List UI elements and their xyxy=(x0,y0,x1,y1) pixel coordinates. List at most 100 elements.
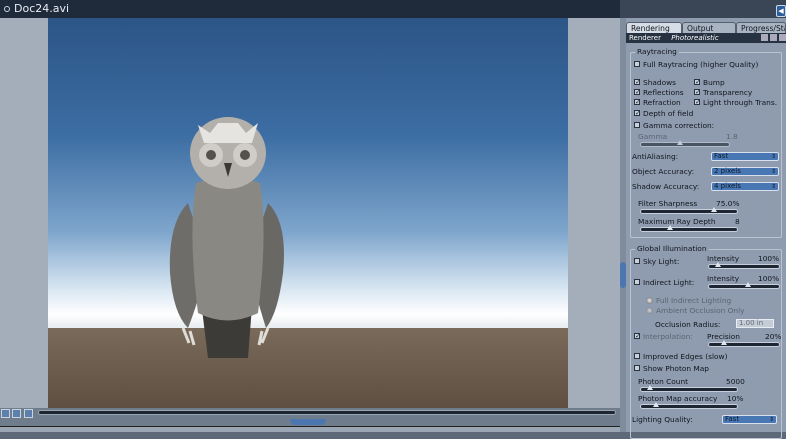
gamma-value: 1.8 xyxy=(726,132,738,141)
interpolation-checkbox[interactable]: ✓ xyxy=(634,333,641,340)
gamma-slider[interactable] xyxy=(640,140,730,147)
gamma-correction-label: Gamma correction: xyxy=(643,121,715,130)
object-accuracy-label: Object Accuracy: xyxy=(632,167,695,176)
improved-edges-label: Improved Edges (slow) xyxy=(643,352,728,361)
slider-thumb[interactable] xyxy=(647,385,653,390)
filter-sharpness-slider[interactable] xyxy=(640,207,738,214)
max-ray-depth-slider[interactable] xyxy=(640,225,738,232)
depth-of-field-checkbox[interactable]: ✓ xyxy=(634,110,641,117)
interpolation-label: Interpolation: xyxy=(643,332,693,341)
reflections-label: Reflections xyxy=(643,88,684,97)
ambient-occlusion-label: Ambient Occlusion Only xyxy=(656,306,745,315)
shadow-accuracy-value: 4 pixels xyxy=(714,182,741,190)
slider-thumb[interactable] xyxy=(677,140,683,145)
photon-count-value: 5000 xyxy=(726,377,745,386)
slider-thumb[interactable] xyxy=(711,207,717,212)
indirect-light-checkbox[interactable] xyxy=(634,279,640,285)
slider-thumb[interactable] xyxy=(653,402,659,407)
photon-count-slider[interactable] xyxy=(640,385,738,392)
indirect-intensity-label: Intensity xyxy=(707,274,740,283)
panel-top-strip xyxy=(620,0,786,18)
playback-bar xyxy=(0,408,620,432)
sky-intensity-slider[interactable] xyxy=(708,262,780,269)
play-button[interactable] xyxy=(1,409,10,418)
gamma-correction-checkbox[interactable] xyxy=(634,122,640,128)
refraction-checkbox[interactable]: ✓ xyxy=(634,99,641,106)
renderer-header[interactable]: Renderer Photorealistic xyxy=(626,33,786,43)
occlusion-radius-input[interactable]: 1.00 in xyxy=(736,319,774,328)
full-raytracing-checkbox[interactable] xyxy=(634,61,640,67)
max-ray-depth-label: Maximum Ray Depth xyxy=(638,217,716,226)
light-through-trans-label: Light through Trans. xyxy=(703,98,778,107)
global-illumination-title: Global Illumination xyxy=(635,244,709,253)
rendered-image xyxy=(48,18,568,408)
render-settings-panel: Rendering Output Progress/Statis Rendere… xyxy=(626,18,786,439)
lighting-quality-label: Lighting Quality: xyxy=(632,415,693,424)
ambient-occlusion-radio[interactable] xyxy=(646,307,653,314)
bump-checkbox[interactable]: ✓ xyxy=(694,79,701,86)
renderer-value: Photorealistic xyxy=(671,34,719,42)
shadow-accuracy-select[interactable]: 4 pixels ⇕ xyxy=(711,182,779,191)
renderer-label: Renderer xyxy=(629,34,661,42)
photon-map-accuracy-label: Photon Map accuracy xyxy=(638,394,718,403)
timeline-slider[interactable] xyxy=(38,410,616,415)
antialiasing-value: Fast xyxy=(714,152,729,160)
precision-slider[interactable] xyxy=(708,340,780,347)
horizontal-scrollbar[interactable] xyxy=(0,426,620,432)
precision-value: 20% xyxy=(765,332,782,341)
photon-map-accuracy-slider[interactable] xyxy=(640,402,738,409)
lighting-quality-select[interactable]: Fast ⇕ xyxy=(722,415,777,424)
save-icon[interactable] xyxy=(770,34,777,41)
gamma-label: Gamma xyxy=(638,132,668,141)
slider-thumb[interactable] xyxy=(715,262,721,267)
full-indirect-label: Full Indirect Lighting xyxy=(656,296,732,305)
light-through-trans-checkbox[interactable]: ✓ xyxy=(694,99,701,106)
depth-of-field-label: Depth of field xyxy=(643,109,694,118)
shadows-label: Shadows xyxy=(643,78,677,87)
shadow-accuracy-label: Shadow Accuracy: xyxy=(632,182,700,191)
ground-plane xyxy=(48,328,568,408)
full-raytracing-label: Full Raytracing (higher Quality) xyxy=(643,60,759,69)
slider-thumb[interactable] xyxy=(667,225,673,230)
owl-figure xyxy=(169,117,284,358)
sky-intensity-label: Intensity xyxy=(707,254,740,263)
document-title: Doc24.avi xyxy=(14,2,70,15)
document-dot-icon xyxy=(4,6,10,12)
slider-thumb[interactable] xyxy=(721,340,727,345)
sky-intensity-value: 100% xyxy=(758,254,780,263)
show-photon-map-checkbox[interactable] xyxy=(634,365,640,371)
object-accuracy-value: 2 pixels xyxy=(714,167,741,175)
shadows-checkbox[interactable]: ✓ xyxy=(634,79,641,86)
preset-icon[interactable] xyxy=(761,34,768,41)
tab-progress[interactable]: Progress/Statis xyxy=(736,22,786,33)
stop-button[interactable] xyxy=(12,409,21,418)
export-button[interactable] xyxy=(24,409,33,418)
pane-resize-grip[interactable] xyxy=(290,419,326,425)
filter-sharpness-value: 75.0% xyxy=(716,199,740,208)
chevron-down-icon: ⇕ xyxy=(770,168,776,175)
improved-edges-checkbox[interactable] xyxy=(634,353,640,359)
max-ray-depth-value: 8 xyxy=(735,217,740,226)
full-indirect-radio[interactable] xyxy=(646,297,653,304)
slider-thumb[interactable] xyxy=(745,282,751,287)
chevron-down-icon: ⇕ xyxy=(770,153,776,160)
document-title-bar: Doc24.avi xyxy=(0,0,620,18)
tab-output[interactable]: Output xyxy=(682,22,736,33)
photon-count-label: Photon Count xyxy=(638,377,689,386)
lighting-quality-value: Fast xyxy=(725,415,740,423)
object-accuracy-select[interactable]: 2 pixels ⇕ xyxy=(711,167,779,176)
options-icon[interactable] xyxy=(779,34,786,41)
render-viewport xyxy=(0,18,620,408)
collapse-panel-button[interactable]: ◀ xyxy=(776,5,786,17)
transparency-checkbox[interactable]: ✓ xyxy=(694,89,701,96)
transparency-label: Transparency xyxy=(703,88,753,97)
filter-sharpness-label: Filter Sharpness xyxy=(638,199,698,208)
indirect-intensity-slider[interactable] xyxy=(708,282,780,289)
tab-rendering[interactable]: Rendering xyxy=(626,22,682,33)
bump-label: Bump xyxy=(703,78,725,87)
indirect-light-label: Indirect Light: xyxy=(643,278,695,287)
reflections-checkbox[interactable]: ✓ xyxy=(634,89,641,96)
sky-light-checkbox[interactable] xyxy=(634,258,640,264)
chevron-down-icon: ⇕ xyxy=(770,183,776,190)
antialiasing-select[interactable]: Fast ⇕ xyxy=(711,152,779,161)
